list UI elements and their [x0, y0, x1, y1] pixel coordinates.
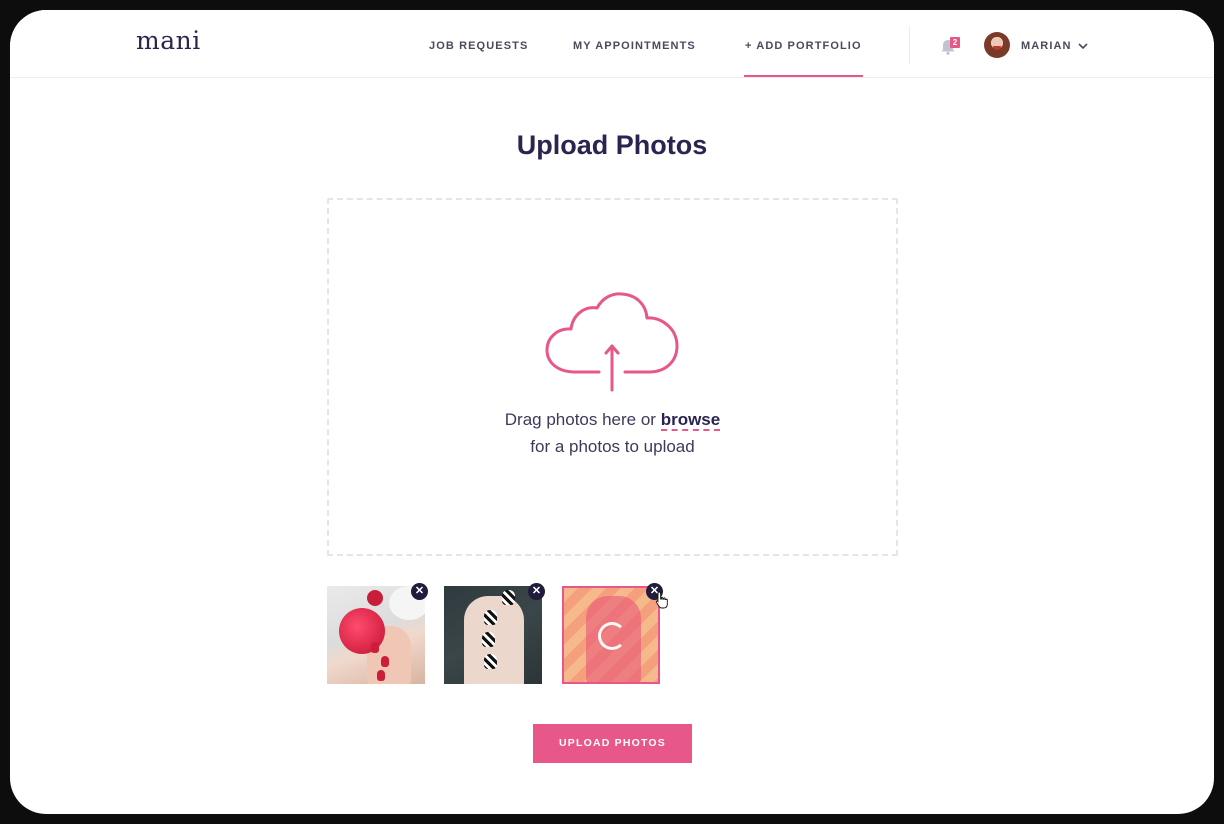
- user-name[interactable]: MARIAN: [1021, 40, 1072, 52]
- remove-photo-button[interactable]: ✕: [528, 583, 545, 600]
- remove-photo-button[interactable]: ✕: [411, 583, 428, 600]
- active-tab-indicator: [744, 75, 863, 77]
- photo-thumbnail[interactable]: [444, 586, 542, 684]
- photo-dropzone[interactable]: Drag photos here or browse for a photos …: [327, 198, 898, 556]
- dropzone-text-line2: for a photos to upload: [530, 437, 695, 456]
- dropzone-text-prefix: Drag photos here or: [504, 410, 661, 429]
- photo-thumbnail-uploading[interactable]: [562, 586, 660, 684]
- loading-spinner-icon: [598, 622, 626, 650]
- cloud-upload-icon: [545, 292, 679, 392]
- photo-thumbnail[interactable]: [327, 586, 425, 684]
- browse-link[interactable]: browse: [660, 410, 721, 431]
- app-window: mani JOB REQUESTS MY APPOINTMENTS + ADD …: [10, 10, 1214, 814]
- nav-divider: [909, 26, 910, 64]
- notification-badge: 2: [950, 37, 960, 48]
- nav-my-appointments[interactable]: MY APPOINTMENTS: [573, 40, 696, 52]
- page-title: Upload Photos: [516, 130, 708, 160]
- chevron-down-icon[interactable]: [1077, 40, 1089, 52]
- nav-job-requests[interactable]: JOB REQUESTS: [429, 40, 528, 52]
- upload-photos-button[interactable]: UPLOAD PHOTOS: [533, 724, 692, 763]
- top-navbar: mani JOB REQUESTS MY APPOINTMENTS + ADD …: [10, 10, 1214, 78]
- logo[interactable]: mani: [136, 26, 201, 55]
- avatar[interactable]: [984, 32, 1010, 58]
- dropzone-instructions: Drag photos here or browse for a photos …: [329, 406, 896, 460]
- hand-cursor-icon: [655, 591, 668, 609]
- nav-add-portfolio[interactable]: + ADD PORTFOLIO: [745, 40, 862, 52]
